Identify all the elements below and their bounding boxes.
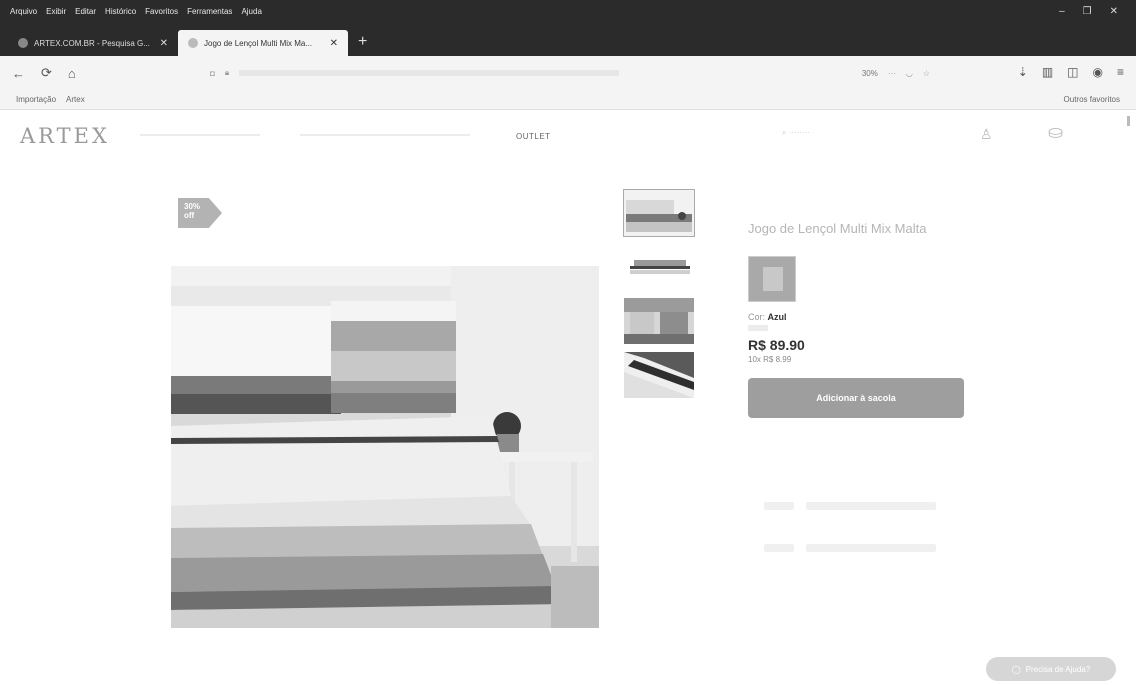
menu-favoritos[interactable]: Favoritos xyxy=(145,7,178,16)
reload-icon[interactable]: ⟳ xyxy=(41,65,52,81)
thumbnail-2[interactable] xyxy=(624,244,694,290)
size-guide-icon xyxy=(764,544,794,552)
add-to-cart-button[interactable]: Adicionar à sacola xyxy=(748,378,964,418)
color-value: Azul xyxy=(767,312,787,322)
thumbnail-image xyxy=(624,190,694,236)
swatch-thumbnail xyxy=(763,267,783,291)
favicon-icon xyxy=(188,38,198,48)
back-icon[interactable]: ← xyxy=(12,66,25,81)
badge-off: off xyxy=(184,211,195,220)
bookmark-importacao[interactable]: Importação xyxy=(16,95,56,104)
thumbnail-3[interactable] xyxy=(624,298,694,344)
nav-placeholder xyxy=(300,134,470,136)
bedroom-photo xyxy=(171,266,599,628)
navigation-bar: ← ⟳ ⌂ ◘ 🔒︎ 30% ··· ◡ ☆ ⇣ ▥ ◫ ◉ ≡ xyxy=(0,56,1136,90)
help-button[interactable]: ◯ Precisa de Ajuda? xyxy=(986,657,1116,681)
minimize-icon[interactable]: – xyxy=(1059,6,1065,17)
account-icon[interactable]: ◉ xyxy=(1093,65,1103,79)
tab-product[interactable]: Jogo de Lençol Multi Mix Ma... ✕ xyxy=(178,30,348,56)
user-icon[interactable]: ♙ xyxy=(980,126,993,143)
nav-outlet-link[interactable]: OUTLET xyxy=(516,132,551,141)
product-info-panel: Jogo de Lençol Multi Mix Malta Cor: Azul… xyxy=(748,220,968,418)
address-bar[interactable]: ◘ 🔒︎ 30% ··· ◡ ☆ xyxy=(210,63,930,83)
product-title: Jogo de Lençol Multi Mix Malta xyxy=(748,221,927,236)
thumbnail-list xyxy=(623,189,695,406)
thumbnail-image xyxy=(624,244,694,290)
pocket-icon[interactable]: ◡ xyxy=(906,69,913,78)
bookmarks-bar: Importação Artex Outros favoritos xyxy=(0,90,1136,110)
search-input[interactable]: ⌕ ········ xyxy=(782,128,862,140)
url-text xyxy=(239,70,620,76)
menu-ferramentas[interactable]: Ferramentas xyxy=(187,7,232,16)
bookmark-star-icon[interactable]: ☆ xyxy=(923,69,930,78)
menu-arquivo[interactable]: Arquivo xyxy=(10,7,37,16)
home-icon[interactable]: ⌂ xyxy=(68,66,76,81)
more-icon[interactable]: ··· xyxy=(888,69,896,78)
window-controls: – ❐ ✕ xyxy=(1059,6,1136,17)
thumbnail-1[interactable] xyxy=(623,189,695,237)
sku-placeholder xyxy=(748,325,768,331)
close-tab-icon[interactable]: ✕ xyxy=(330,38,338,49)
badge-percent: 30% xyxy=(184,202,201,211)
sidebar-icon[interactable]: ◫ xyxy=(1067,65,1078,79)
thumbnail-image xyxy=(624,298,694,344)
favicon-icon xyxy=(18,38,28,48)
close-window-icon[interactable]: ✕ xyxy=(1110,6,1118,17)
lock-icon: 🔒︎ xyxy=(224,68,230,77)
other-bookmarks[interactable]: Outros favoritos xyxy=(1064,95,1120,104)
installments-text: 10x R$ 8.99 xyxy=(748,355,792,364)
color-label: Cor: xyxy=(748,312,766,322)
shipping-icon xyxy=(764,502,794,510)
close-tab-icon[interactable]: ✕ xyxy=(160,38,168,49)
chat-icon: ◯ xyxy=(1011,664,1021,674)
thumbnail-image xyxy=(624,352,694,398)
size-guide-text[interactable] xyxy=(806,544,936,552)
shipping-text[interactable] xyxy=(806,502,936,510)
help-label: Precisa de Ajuda? xyxy=(1025,664,1091,674)
bookmark-artex[interactable]: Artex xyxy=(66,95,85,104)
hamburger-menu-icon[interactable]: ≡ xyxy=(1117,65,1124,79)
downloads-icon[interactable]: ⇣ xyxy=(1018,65,1028,79)
color-swatch[interactable] xyxy=(748,256,796,302)
product-main-image[interactable] xyxy=(171,266,599,628)
zoom-level[interactable]: 30% xyxy=(862,69,878,78)
restore-icon[interactable]: ❐ xyxy=(1083,6,1092,17)
menu-exibir[interactable]: Exibir xyxy=(46,7,66,16)
discount-badge: 30% off xyxy=(178,198,222,228)
menu-editar[interactable]: Editar xyxy=(75,7,96,16)
tab-strip: ARTEX.COM.BR - Pesquisa G... ✕ Jogo de L… xyxy=(0,22,1136,56)
site-header: ARTEX OUTLET ⌕ ········ ♙ ⛀ xyxy=(0,112,1136,160)
toolbar-icons: ⇣ ▥ ◫ ◉ ≡ xyxy=(1018,65,1124,79)
tab-title: Jogo de Lençol Multi Mix Ma... xyxy=(204,38,313,48)
thumbnail-4[interactable] xyxy=(624,352,694,398)
bag-icon[interactable]: ⛀ xyxy=(1048,122,1063,143)
tab-google-search[interactable]: ARTEX.COM.BR - Pesquisa G... ✕ xyxy=(8,30,178,56)
library-icon[interactable]: ▥ xyxy=(1042,65,1053,79)
site-logo[interactable]: ARTEX xyxy=(20,124,110,148)
product-price: R$ 89.90 xyxy=(748,337,805,353)
menu-list: Arquivo Exibir Editar Histórico Favorito… xyxy=(0,7,262,16)
shield-icon: ◘ xyxy=(210,68,215,78)
menu-ajuda[interactable]: Ajuda xyxy=(241,7,261,16)
browser-menubar: Arquivo Exibir Editar Histórico Favorito… xyxy=(0,0,1136,22)
menu-historico[interactable]: Histórico xyxy=(105,7,136,16)
new-tab-button[interactable]: + xyxy=(348,33,377,56)
nav-placeholder xyxy=(140,134,260,136)
color-row: Cor: Azul xyxy=(748,312,968,322)
tab-title: ARTEX.COM.BR - Pesquisa G... xyxy=(34,38,150,48)
